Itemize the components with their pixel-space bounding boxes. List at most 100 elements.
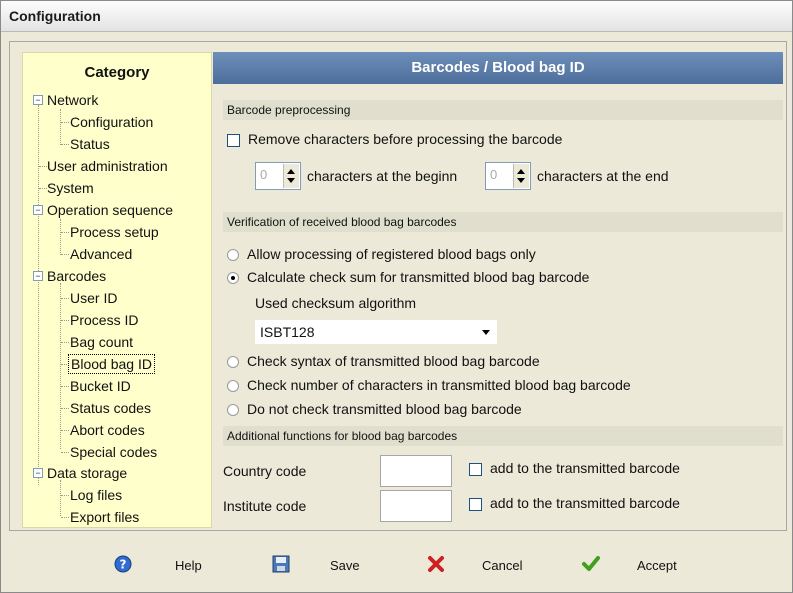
tree-line	[61, 144, 69, 145]
tree-line	[61, 298, 69, 299]
tree-item-blood-bag-id[interactable]: Blood bag ID	[68, 354, 155, 374]
tree-line	[60, 109, 61, 145]
category-title: Category	[84, 64, 150, 81]
country-add-option[interactable]: add to the transmitted barcode	[469, 460, 680, 476]
tree-line	[61, 452, 69, 453]
institute-add-label: add to the transmitted barcode	[490, 495, 680, 511]
collapse-icon[interactable]: −	[33, 271, 43, 281]
tree-item-abort-codes[interactable]: Abort codes	[70, 421, 145, 439]
end-characters-value: 0	[490, 167, 498, 182]
tree-item-system[interactable]: System	[47, 179, 94, 197]
section-barcode-preprocessing: Barcode preprocessing	[223, 100, 783, 120]
begin-characters-value: 0	[260, 167, 268, 182]
radio-button[interactable]	[227, 356, 239, 369]
tree-item-status-codes[interactable]: Status codes	[70, 399, 151, 417]
help-button[interactable]: Help	[175, 558, 202, 573]
tree-item-barcodes[interactable]: Barcodes	[47, 267, 106, 285]
tree-item-process-id[interactable]: Process ID	[70, 311, 138, 329]
tree-line	[61, 342, 69, 343]
window-title: Configuration	[9, 8, 101, 24]
radio-no-check[interactable]: Do not check transmitted blood bag barco…	[227, 401, 522, 417]
remove-characters-checkbox[interactable]	[227, 133, 240, 147]
checksum-algorithm-label: Used checksum algorithm	[255, 295, 417, 311]
radio-label: Allow processing of registered blood bag…	[247, 246, 536, 262]
tree-line	[61, 408, 69, 409]
radio-button[interactable]	[227, 249, 239, 262]
collapse-icon[interactable]: −	[33, 95, 43, 105]
radio-registered-only[interactable]: Allow processing of registered blood bag…	[227, 246, 536, 262]
institute-code-label: Institute code	[223, 498, 307, 514]
tree-line	[61, 254, 69, 255]
country-add-label: add to the transmitted barcode	[490, 460, 680, 476]
tree-item-export-files[interactable]: Export files	[70, 508, 139, 526]
red-x-icon[interactable]	[426, 554, 446, 574]
country-code-label: Country code	[223, 463, 307, 479]
tree-line	[61, 320, 69, 321]
tree-line	[61, 122, 69, 123]
tree-line	[61, 517, 69, 518]
begin-characters-spinner[interactable]: 0	[255, 162, 301, 190]
section-additional-functions: Additional functions for blood bag barco…	[223, 426, 783, 446]
tree-line	[60, 480, 61, 516]
radio-calculate-checksum[interactable]: Calculate check sum for transmitted bloo…	[227, 269, 589, 285]
radio-check-count[interactable]: Check number of characters in transmitte…	[227, 377, 631, 393]
spin-down-icon[interactable]	[287, 178, 295, 183]
begin-characters-label: characters at the beginn	[307, 168, 458, 184]
floppy-disk-icon[interactable]	[271, 554, 291, 574]
accept-button[interactable]: Accept	[637, 558, 677, 573]
tree-line	[61, 232, 69, 233]
institute-add-checkbox[interactable]	[469, 497, 482, 511]
tree-item-data-storage[interactable]: Data storage	[47, 464, 127, 482]
radio-label: Calculate check sum for transmitted bloo…	[247, 269, 590, 285]
spin-up-icon[interactable]	[287, 169, 295, 174]
radio-button[interactable]	[227, 272, 239, 285]
tree-item-bag-count[interactable]: Bag count	[70, 333, 133, 351]
cancel-button[interactable]: Cancel	[482, 558, 522, 573]
tree-line	[39, 166, 47, 167]
settings-panel: Barcodes / Blood bag ID Barcode preproce…	[213, 52, 783, 526]
save-button[interactable]: Save	[330, 558, 360, 573]
configuration-window: Configuration Category − Network Configu…	[0, 0, 793, 593]
title-bar[interactable]: Configuration	[1, 1, 792, 32]
remove-characters-option[interactable]: Remove characters before processing the …	[227, 131, 562, 147]
tree-line	[61, 495, 69, 496]
dropdown-arrow-icon[interactable]	[482, 330, 490, 335]
tree-line	[61, 430, 69, 431]
dialog-body: Category − Network Configuration Status …	[9, 41, 787, 531]
radio-button[interactable]	[227, 380, 239, 393]
tree-item-operation-sequence[interactable]: Operation sequence	[47, 201, 173, 219]
tree-item-user-id[interactable]: User ID	[70, 289, 117, 307]
country-add-checkbox[interactable]	[469, 462, 482, 476]
institute-add-option[interactable]: add to the transmitted barcode	[469, 495, 680, 511]
tree-item-bucket-id[interactable]: Bucket ID	[70, 377, 131, 395]
section-verification: Verification of received blood bag barco…	[223, 212, 783, 232]
spinner-buttons[interactable]	[283, 164, 299, 188]
radio-label: Check syntax of transmitted blood bag ba…	[247, 353, 540, 369]
spin-up-icon[interactable]	[517, 169, 525, 174]
help-icon[interactable]: ?	[113, 554, 133, 574]
tree-item-process-setup[interactable]: Process setup	[70, 223, 159, 241]
collapse-icon[interactable]: −	[33, 468, 43, 478]
spinner-buttons[interactable]	[513, 164, 529, 188]
tree-item-network[interactable]: Network	[47, 91, 98, 109]
radio-label: Check number of characters in transmitte…	[247, 377, 631, 393]
tree-item-log-files[interactable]: Log files	[70, 486, 122, 504]
collapse-icon[interactable]: −	[33, 205, 43, 215]
tree-item-network-configuration[interactable]: Configuration	[70, 113, 153, 131]
spin-down-icon[interactable]	[517, 178, 525, 183]
radio-check-syntax[interactable]: Check syntax of transmitted blood bag ba…	[227, 353, 540, 369]
green-check-icon[interactable]	[581, 554, 601, 574]
tree-line	[61, 386, 69, 387]
end-characters-spinner[interactable]: 0	[485, 162, 531, 190]
panel-header: Barcodes / Blood bag ID	[213, 52, 783, 84]
remove-characters-label: Remove characters before processing the …	[248, 131, 563, 147]
radio-button[interactable]	[227, 404, 239, 417]
checksum-algorithm-select[interactable]: ISBT128	[255, 320, 497, 344]
institute-code-input[interactable]	[380, 490, 452, 522]
tree-line	[60, 219, 61, 255]
country-code-input[interactable]	[380, 455, 452, 487]
tree-item-special-codes[interactable]: Special codes	[70, 443, 157, 461]
tree-item-status[interactable]: Status	[70, 135, 110, 153]
tree-item-user-administration[interactable]: User administration	[47, 157, 168, 175]
tree-item-advanced[interactable]: Advanced	[70, 245, 132, 263]
